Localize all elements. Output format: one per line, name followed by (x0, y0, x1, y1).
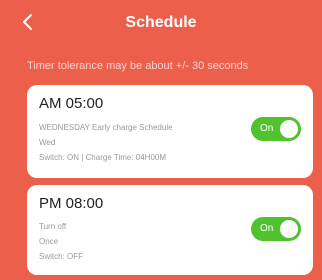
page-title: Schedule (125, 14, 197, 31)
schedule-toggle[interactable]: On (251, 117, 301, 141)
toggle-label: On (260, 123, 274, 134)
schedule-time: AM 05:00 (39, 95, 104, 112)
schedule-detail: Switch: ON | Charge Time: 04H00M (39, 153, 167, 162)
schedule-repeat: Once (39, 237, 59, 246)
schedule-card[interactable]: PM 08:00 Turn off Once Switch: OFF On (27, 185, 313, 275)
schedule-repeat: Wed (39, 138, 56, 147)
schedule-detail: Switch: OFF (39, 252, 84, 261)
tolerance-notice: Timer tolerance may be about +/- 30 seco… (27, 60, 249, 72)
toggle-knob (280, 120, 298, 138)
toggle-knob (280, 220, 298, 238)
header-bar: Schedule (0, 0, 322, 44)
schedule-name: WEDNESDAY Early charge Schedule (39, 123, 173, 132)
schedule-toggle[interactable]: On (251, 217, 301, 241)
schedule-card[interactable]: AM 05:00 WEDNESDAY Early charge Schedule… (27, 85, 313, 178)
schedule-time: PM 08:00 (39, 195, 104, 212)
schedule-name: Turn off (39, 222, 67, 231)
toggle-label: On (260, 223, 274, 234)
